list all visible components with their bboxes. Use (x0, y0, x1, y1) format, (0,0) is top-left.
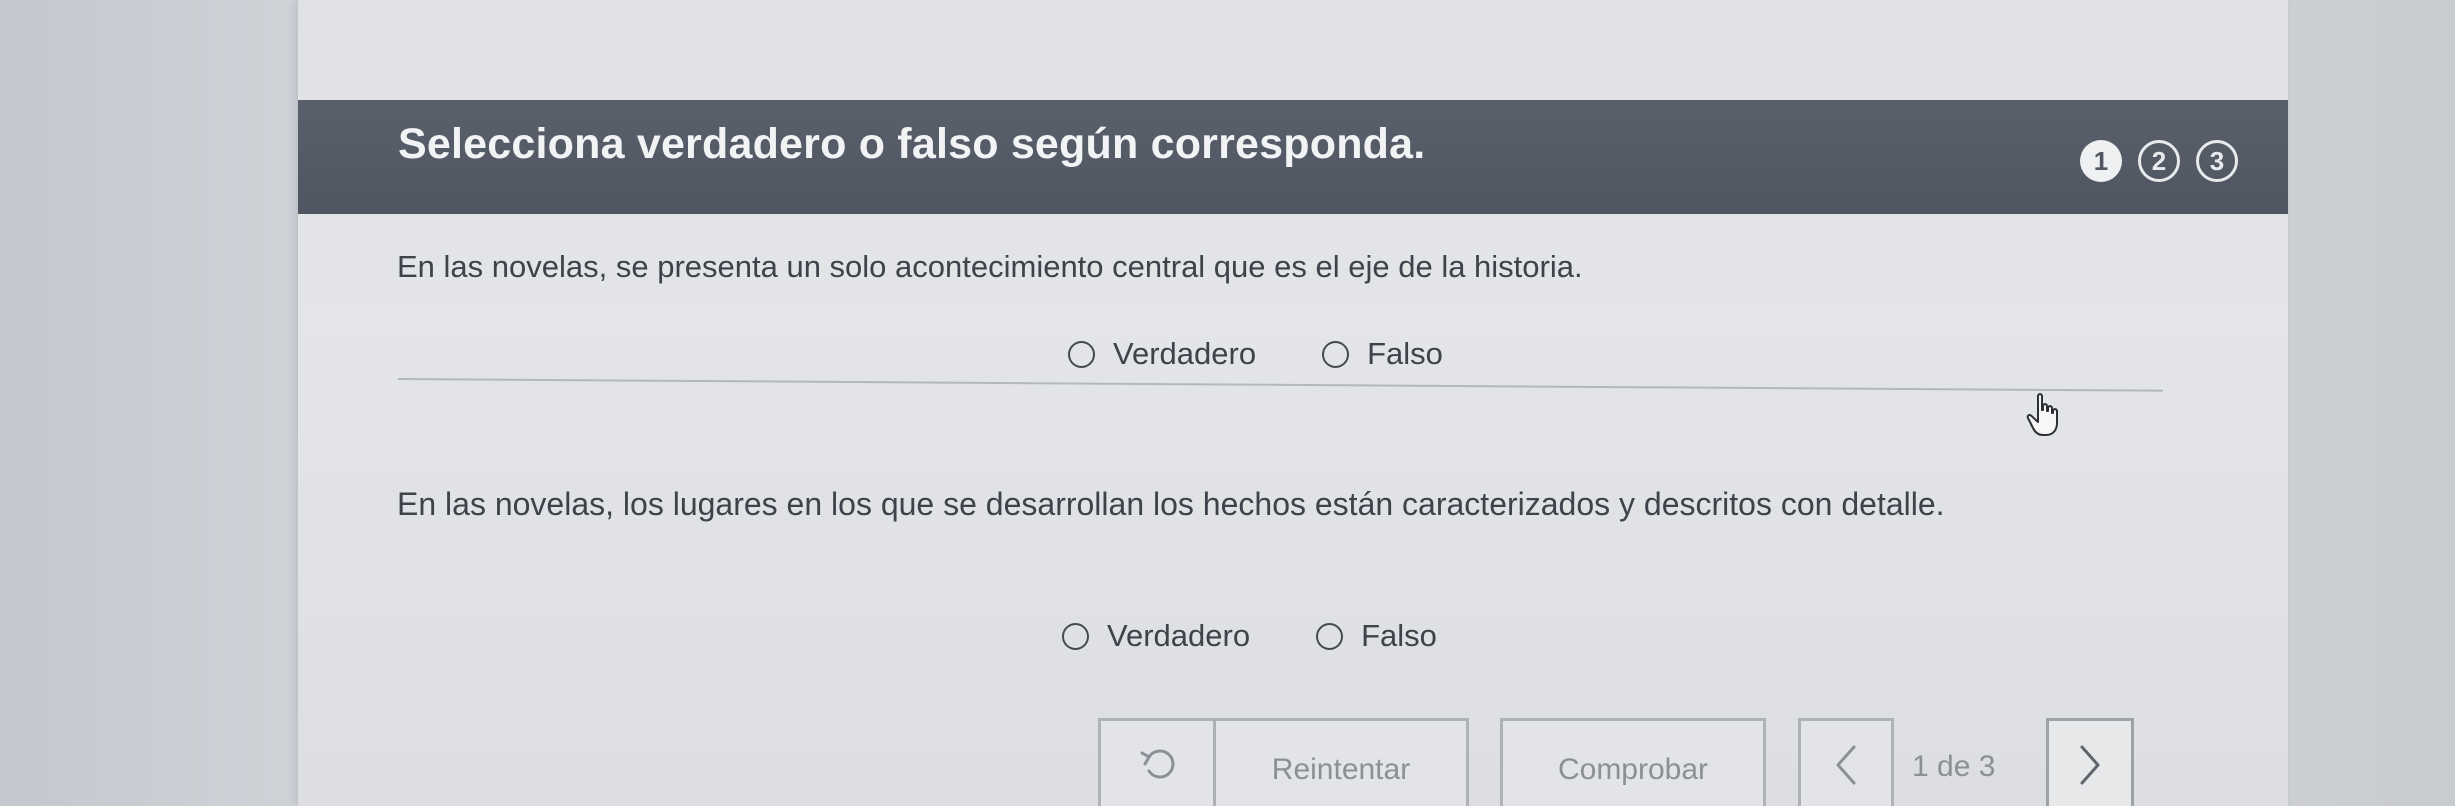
hand-pointer-icon (2026, 393, 2058, 436)
step-1-badge[interactable]: 1 (2080, 140, 2122, 182)
question-2-text: En las novelas, los lugares en los que s… (397, 486, 1945, 522)
undo-button[interactable] (1098, 718, 1218, 806)
next-button[interactable] (2046, 718, 2134, 806)
question-2-option-true[interactable]: Verdadero (1062, 618, 1250, 654)
step-2-badge[interactable]: 2 (2138, 140, 2180, 182)
retry-button[interactable]: Reintentar (1213, 718, 1469, 806)
question-1-options: Verdadero Falso (1068, 336, 1509, 372)
question-1-text: En las novelas, se presenta un solo acon… (397, 249, 1583, 284)
option-label: Verdadero (1113, 336, 1257, 371)
step-3-badge[interactable]: 3 (2196, 140, 2238, 182)
undo-icon (1140, 749, 1175, 779)
radio-button[interactable] (1322, 340, 1350, 368)
step-indicator: 1 2 3 (2080, 140, 2238, 182)
option-label: Falso (1361, 618, 1437, 653)
question-1-option-false[interactable]: Falso (1322, 336, 1443, 372)
option-label: Verdadero (1107, 618, 1251, 653)
radio-button[interactable] (1068, 340, 1095, 368)
check-button[interactable]: Comprobar (1500, 718, 1766, 806)
radio-button[interactable] (1316, 622, 1344, 650)
radio-button[interactable] (1062, 622, 1089, 650)
question-2-option-false[interactable]: Falso (1316, 618, 1437, 654)
page-title: Selecciona verdadero o falso según corre… (398, 120, 1426, 168)
chevron-right-icon (2080, 745, 2100, 785)
previous-button[interactable] (1798, 718, 1894, 806)
question-1-option-true[interactable]: Verdadero (1068, 336, 1256, 372)
page-indicator: 1 de 3 (1912, 750, 1996, 783)
chevron-left-icon (1836, 745, 1856, 785)
question-2-options: Verdadero Falso (1062, 618, 1503, 654)
option-label: Falso (1367, 336, 1443, 371)
